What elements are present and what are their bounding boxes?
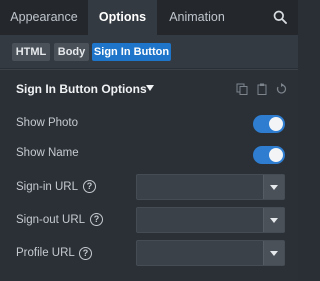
signout-url-select[interactable] [136, 207, 285, 233]
chevron-down-icon [270, 218, 278, 223]
dropdown-arrow[interactable] [263, 208, 284, 232]
chevron-down-icon [270, 185, 278, 190]
tab-appearance[interactable]: Appearance [0, 0, 88, 35]
profile-url-label: Profile URL [16, 247, 75, 259]
collapse-caret-icon[interactable] [146, 85, 154, 91]
chip-html[interactable]: HTML [12, 43, 50, 61]
search-icon [273, 10, 287, 24]
signout-url-help-icon[interactable]: ? [90, 213, 103, 226]
show-photo-label: Show Photo [16, 117, 79, 129]
toggle-knob [269, 148, 283, 162]
chevron-down-icon [270, 251, 278, 256]
section-title: Sign In Button Options [16, 82, 147, 96]
reset-icon[interactable] [275, 83, 287, 95]
top-tab-bar: Appearance Options Animation [0, 0, 298, 35]
copy-icon[interactable] [236, 83, 248, 95]
show-photo-toggle[interactable] [253, 115, 285, 133]
show-name-toggle[interactable] [253, 146, 285, 164]
profile-url-select[interactable] [136, 240, 285, 266]
tab-options[interactable]: Options [88, 0, 157, 35]
signout-url-label: Sign-out URL [16, 214, 86, 226]
dropdown-arrow[interactable] [263, 241, 284, 265]
options-panel: Sign In Button Options Show Photo Show N… [0, 70, 298, 281]
tab-animation[interactable]: Animation [157, 0, 237, 35]
toggle-knob [269, 117, 283, 131]
signin-url-select[interactable] [136, 174, 285, 200]
paste-icon[interactable] [256, 83, 268, 95]
signin-url-help-icon[interactable]: ? [83, 180, 96, 193]
chip-sign-in-button[interactable]: Sign In Button [92, 43, 171, 61]
chip-body[interactable]: Body [54, 43, 89, 61]
element-breadcrumb: HTML Body Sign In Button [0, 35, 298, 68]
profile-url-help-icon[interactable]: ? [79, 247, 92, 260]
signin-url-label: Sign-in URL [16, 181, 78, 193]
search-button[interactable] [266, 3, 294, 31]
dropdown-arrow[interactable] [263, 175, 284, 199]
show-name-label: Show Name [16, 147, 79, 159]
